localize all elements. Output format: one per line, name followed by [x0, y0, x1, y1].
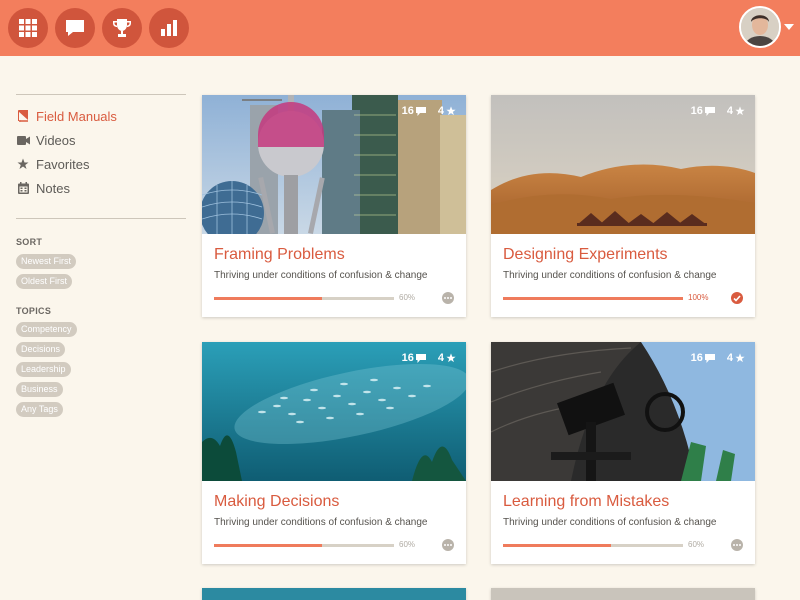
course-card-designing-experiments[interactable]: 16 4 Designing Experiments Thriving unde… [491, 95, 755, 317]
tag-any-tags[interactable]: Any Tags [16, 402, 63, 417]
star-icon [735, 106, 745, 116]
comment-count: 16 [690, 352, 703, 364]
progress-track [214, 297, 394, 300]
card-title[interactable]: Learning from Mistakes [503, 493, 669, 511]
sidebar-item-videos[interactable]: Videos [16, 130, 76, 150]
star-count: 4 [726, 105, 733, 117]
card-subtitle: Thriving under conditions of confusion &… [503, 270, 717, 281]
progress-label: 60% [399, 293, 416, 302]
chat-icon [704, 353, 715, 363]
more-options-icon[interactable] [442, 292, 454, 304]
sidebar-item-label: Notes [36, 180, 70, 196]
more-options-icon[interactable] [442, 539, 454, 551]
card-stats: 16 4 [691, 105, 745, 117]
comment-count: 16 [690, 105, 703, 117]
tag-competency[interactable]: Competency [16, 322, 77, 337]
sidebar-item-label: Favorites [36, 156, 90, 172]
avatar[interactable] [739, 6, 781, 48]
star-icon [735, 353, 745, 363]
star-count: 4 [437, 105, 444, 117]
topics-heading: TOPICS [16, 306, 52, 316]
chat-icon [415, 353, 426, 363]
chat-icon[interactable] [55, 8, 95, 48]
progress-track [503, 544, 683, 547]
progress-fill [503, 297, 683, 300]
more-options-icon[interactable] [731, 539, 743, 551]
sidebar-item-notes[interactable]: Notes [16, 178, 70, 198]
star-icon [446, 106, 456, 116]
sidebar-item-field-manuals[interactable]: Field Manuals [16, 106, 117, 126]
star-icon [446, 353, 456, 363]
tag-business[interactable]: Business [16, 382, 63, 397]
card-subtitle: Thriving under conditions of confusion &… [214, 517, 428, 528]
star-count: 4 [437, 352, 444, 364]
card-stats: 16 4 [402, 105, 456, 117]
user-menu-caret-icon[interactable] [784, 24, 794, 30]
trophy-icon[interactable] [102, 8, 142, 48]
course-card-learning-from-mistakes[interactable]: 16 4 Learning from Mistakes Thriving und… [491, 342, 755, 564]
sidebar-item-label: Videos [36, 132, 76, 148]
progress-fill [503, 544, 611, 547]
progress-track [503, 297, 683, 300]
sidebar-item-favorites[interactable]: Favorites [16, 154, 89, 174]
comment-count: 16 [401, 352, 414, 364]
chat-icon [415, 106, 426, 116]
card-subtitle: Thriving under conditions of confusion &… [503, 517, 717, 528]
star-count: 4 [726, 352, 733, 364]
chat-icon [704, 106, 715, 116]
star-icon [16, 157, 30, 171]
sort-oldest-first[interactable]: Oldest First [16, 274, 73, 289]
course-card-making-decisions[interactable]: 16 4 Making Decisions Thriving under con… [202, 342, 466, 564]
sidebar-divider-bottom [16, 218, 186, 219]
bar-chart-icon[interactable] [149, 8, 189, 48]
tag-leadership[interactable]: Leadership [16, 362, 71, 377]
top-bar [0, 0, 800, 56]
book-icon [16, 109, 30, 123]
progress-fill [214, 544, 322, 547]
sort-heading: SORT [16, 237, 43, 247]
sort-newest-first[interactable]: Newest First [16, 254, 77, 269]
course-card-partial[interactable] [202, 588, 466, 600]
card-stats: 16 4 [691, 352, 745, 364]
calendar-icon [16, 181, 30, 195]
grid-icon[interactable] [8, 8, 48, 48]
card-title[interactable]: Framing Problems [214, 246, 345, 264]
course-card-partial[interactable] [491, 588, 755, 600]
course-card-framing-problems[interactable]: 16 4 Framing Problems Thriving under con… [202, 95, 466, 317]
card-title[interactable]: Designing Experiments [503, 246, 668, 264]
comment-count: 16 [401, 105, 414, 117]
tag-decisions[interactable]: Decisions [16, 342, 66, 357]
sidebar-item-label: Field Manuals [36, 108, 117, 124]
card-subtitle: Thriving under conditions of confusion &… [214, 270, 428, 281]
progress-label: 60% [688, 540, 705, 549]
card-title[interactable]: Making Decisions [214, 493, 339, 511]
sidebar-divider-top [16, 94, 186, 95]
progress-track [214, 544, 394, 547]
check-icon [731, 292, 743, 304]
progress-fill [214, 297, 322, 300]
progress-label: 60% [399, 540, 416, 549]
progress-label: 100% [688, 293, 709, 302]
card-stats: 16 4 [402, 352, 456, 364]
video-camera-icon [16, 133, 30, 147]
